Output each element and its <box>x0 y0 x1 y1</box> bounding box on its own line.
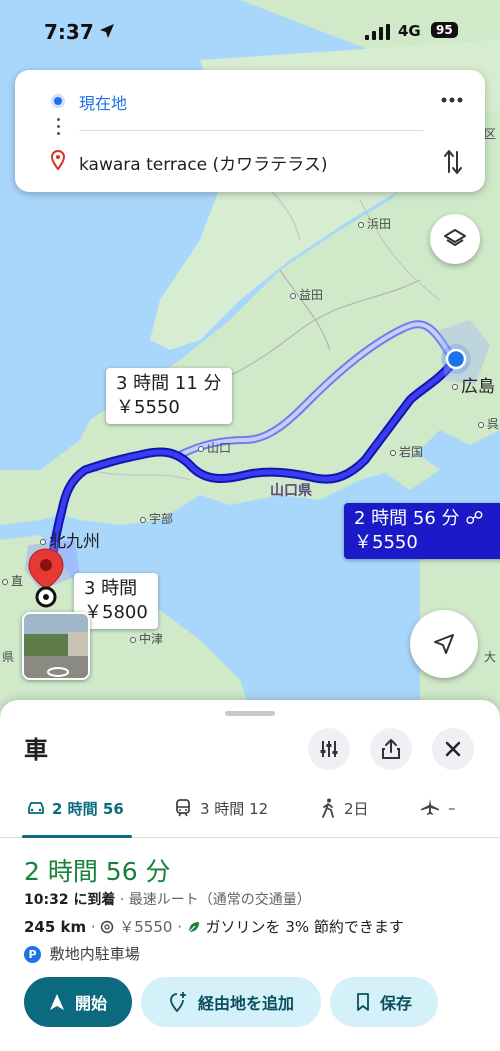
place-hamada: 浜田 <box>358 215 391 232</box>
status-time: 7:37 <box>44 20 94 44</box>
place-masuda: 益田 <box>290 286 323 303</box>
layers-icon <box>444 229 466 246</box>
leaf-icon: ☍ <box>465 508 484 529</box>
route-description: · 最速ルート（通常の交通量） <box>119 892 311 908</box>
active-tab-indicator <box>22 835 132 838</box>
plane-icon <box>421 799 439 815</box>
start-button[interactable]: 開始 <box>24 977 132 1027</box>
status-bar: 7:37 4G 95 <box>0 0 500 62</box>
add-stop-button[interactable]: 経由地を追加 <box>141 977 321 1027</box>
navigation-arrow-icon <box>434 634 454 654</box>
tab-flight[interactable]: – <box>420 798 456 817</box>
parking-info: P 敷地内駐車場 <box>24 943 140 964</box>
route-time: 3 時間 11 分 <box>116 373 222 394</box>
more-options-icon[interactable] <box>441 92 463 108</box>
layers-button[interactable] <box>430 214 480 264</box>
car-icon <box>28 802 44 814</box>
travel-mode-tabs: 2 時間 56 3 時間 12 2日 – <box>0 786 500 838</box>
share-icon <box>382 739 400 759</box>
place-ku: 区 <box>484 127 497 141</box>
tab-walk[interactable]: 2日 <box>320 798 369 819</box>
train-icon <box>176 799 190 817</box>
tab-transit[interactable]: 3 時間 12 <box>174 798 268 819</box>
route-details: 245 km · ￥5550 · ガソリンを 3% 節約できます <box>24 918 404 936</box>
route-duration: 2 時間 56 分 <box>24 857 171 886</box>
walk-icon <box>322 798 334 818</box>
route-price: ￥5550 <box>116 397 180 418</box>
bookmark-icon <box>357 993 369 1011</box>
arrival-time: 10:32 に到着 <box>24 892 116 908</box>
add-stop-icon <box>170 992 186 1013</box>
place-nao: 直 <box>2 572 23 589</box>
signal-icon <box>365 24 390 40</box>
street-view-thumbnail[interactable] <box>22 612 90 680</box>
route-options-button[interactable] <box>308 728 350 770</box>
divider <box>79 130 423 131</box>
location-arrow-icon <box>100 24 114 38</box>
place-nakatsu: 中津 <box>130 630 163 647</box>
place-ube: 宇部 <box>140 510 173 527</box>
origin-dot-icon <box>51 94 65 108</box>
battery-level: 95 <box>431 22 458 38</box>
route-callout-alt[interactable]: 3 時間 11 分 ￥5550 <box>106 368 232 424</box>
arrival-info: 10:32 に到着 · 最速ルート（通常の交通量） <box>24 889 311 909</box>
share-button[interactable] <box>370 728 412 770</box>
origin-field[interactable]: 現在地 <box>79 90 127 114</box>
place-dai: 大 <box>484 650 497 664</box>
close-icon <box>445 741 461 757</box>
route-price: ￥5800 <box>84 602 148 623</box>
route-price: ￥5550 <box>354 532 418 553</box>
close-button[interactable] <box>432 728 474 770</box>
toll-cost: ￥5550 <box>119 918 173 936</box>
prefecture-label: 山口県 <box>270 483 312 499</box>
parking-icon: P <box>24 946 41 963</box>
parking-label: 敷地内駐車場 <box>49 945 140 963</box>
directions-card: 現在地 kawara terrace (カワラテラス) <box>15 70 485 192</box>
save-button[interactable]: 保存 <box>330 977 438 1027</box>
place-yamaguchi: 山口 <box>198 439 231 456</box>
sheet-title: 車 <box>24 736 48 764</box>
sliders-icon <box>320 741 338 757</box>
place-kure: 呉 <box>478 415 499 432</box>
destination-marker-icon <box>51 150 65 170</box>
place-iwakuni: 岩国 <box>390 443 423 460</box>
destination-pin-icon[interactable] <box>26 547 66 609</box>
destination-field[interactable]: kawara terrace (カワラテラス) <box>79 150 327 175</box>
route-sheet: 車 2 時間 56 3 時間 12 2日 – 2 時間 56 分 10:32 に… <box>0 700 500 1051</box>
route-time: 3 時間 <box>84 578 138 599</box>
route-distance: 245 km <box>24 918 87 936</box>
place-ken: 県 <box>2 650 15 664</box>
route-dots-icon <box>57 118 60 139</box>
navigate-arrow-icon <box>49 994 64 1010</box>
swap-directions-icon[interactable] <box>443 148 463 176</box>
eco-leaf-icon <box>188 922 199 933</box>
route-time: 2 時間 56 分 ☍ <box>354 508 484 529</box>
tab-car[interactable]: 2 時間 56 <box>26 798 124 819</box>
fuel-saving-note: ガソリンを 3% 節約できます <box>205 918 404 936</box>
network-type: 4G <box>398 22 421 40</box>
sheet-drag-handle[interactable] <box>225 711 275 716</box>
street-view-image <box>24 614 88 678</box>
route-callout-selected[interactable]: 2 時間 56 分 ☍ ￥5550 <box>344 503 500 559</box>
toll-icon <box>101 920 114 934</box>
recenter-button[interactable] <box>410 610 478 678</box>
place-hiroshima: 広島 <box>452 372 495 397</box>
